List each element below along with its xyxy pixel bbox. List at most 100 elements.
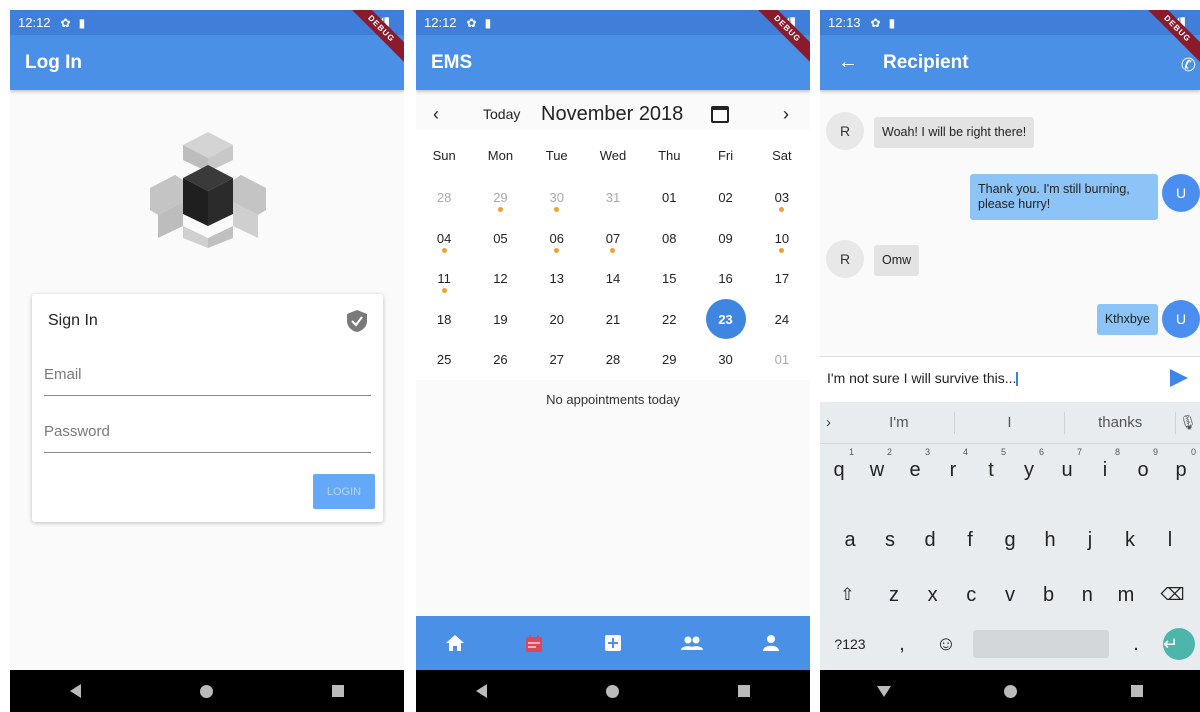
calendar-day[interactable]: 26 (472, 350, 528, 390)
expand-suggestions-icon[interactable]: › (820, 414, 844, 431)
calendar-day[interactable]: 04 (416, 229, 472, 269)
calendar-day[interactable]: 05 (472, 229, 528, 269)
calendar-day[interactable]: 21 (585, 310, 641, 350)
next-month-icon[interactable]: › (783, 104, 789, 125)
key-c[interactable]: c (954, 575, 988, 615)
suggestion-item[interactable]: thanks (1065, 411, 1177, 434)
calendar-day[interactable]: 20 (529, 310, 585, 350)
symbols-key[interactable]: ?123 (825, 624, 875, 664)
home-icon[interactable] (440, 628, 470, 658)
back-icon[interactable] (69, 684, 81, 698)
key-d[interactable]: d (913, 520, 947, 560)
calendar-day[interactable]: 11 (416, 269, 472, 309)
key-s[interactable]: s (873, 520, 907, 560)
today-button[interactable]: Today (483, 106, 520, 122)
calendar-day[interactable]: 30 (529, 188, 585, 228)
key-k[interactable]: k (1113, 520, 1147, 560)
calendar-icon[interactable] (519, 628, 549, 658)
key-b[interactable]: b (1032, 575, 1066, 615)
calendar-day[interactable]: 25 (416, 350, 472, 390)
suggestion-item[interactable]: I'm (844, 411, 955, 434)
calendar-day[interactable]: 06 (529, 229, 585, 269)
period-key[interactable]: . (1119, 624, 1153, 664)
key-u[interactable]: u7 (1050, 447, 1084, 490)
key-v[interactable]: v (993, 575, 1027, 615)
back-icon[interactable] (475, 684, 487, 698)
key-y[interactable]: y6 (1012, 447, 1046, 490)
avatar: R (826, 240, 864, 278)
key-m[interactable]: m (1109, 575, 1143, 615)
suggestion-item[interactable]: I (955, 411, 1066, 434)
key-w[interactable]: w2 (860, 447, 894, 490)
calendar-day[interactable]: 02 (697, 188, 753, 228)
back-arrow-icon[interactable]: ← (838, 51, 858, 74)
calendar-day[interactable]: 01 (754, 350, 810, 390)
key-f[interactable]: f (953, 520, 987, 560)
calendar-day[interactable]: 28 (585, 350, 641, 390)
home-button-icon[interactable] (605, 684, 619, 698)
calendar-day[interactable]: 15 (641, 269, 697, 309)
calendar-picker-icon[interactable] (711, 106, 729, 123)
calendar-day[interactable]: 14 (585, 269, 641, 309)
enter-key-icon[interactable]: ↵ (1163, 628, 1195, 660)
calendar-day[interactable]: 18 (416, 310, 472, 350)
backspace-key-icon[interactable]: ⌫ (1148, 575, 1198, 615)
login-button[interactable]: LOGIN (313, 474, 375, 509)
calendar-day[interactable]: 10 (754, 229, 810, 269)
hide-keyboard-icon[interactable] (876, 685, 891, 697)
calendar-day[interactable]: 19 (472, 310, 528, 350)
phone-call-icon[interactable]: ✆ (1181, 55, 1196, 76)
home-button-icon[interactable] (199, 684, 213, 698)
calendar-day[interactable]: 29 (472, 188, 528, 228)
calendar-day[interactable]: 27 (529, 350, 585, 390)
calendar-day[interactable]: 31 (585, 188, 641, 228)
email-field[interactable]: Email (44, 366, 371, 396)
calendar-day[interactable]: 12 (472, 269, 528, 309)
message-input[interactable]: I'm not sure I will survive this... (820, 356, 1200, 402)
key-p[interactable]: p0 (1164, 447, 1198, 490)
key-a[interactable]: a (833, 520, 867, 560)
recents-icon[interactable] (332, 685, 345, 697)
calendar-day[interactable]: 24 (754, 310, 810, 350)
calendar-day[interactable]: 08 (641, 229, 697, 269)
shift-key-icon[interactable]: ⇧ (822, 575, 872, 615)
key-q[interactable]: q1 (822, 447, 856, 490)
recents-icon[interactable] (738, 685, 751, 697)
recents-icon[interactable] (1131, 685, 1144, 697)
calendar-day[interactable]: 29 (641, 350, 697, 390)
key-z[interactable]: z (877, 575, 911, 615)
calendar-day[interactable]: 09 (697, 229, 753, 269)
home-button-icon[interactable] (1004, 684, 1018, 698)
key-l[interactable]: l (1153, 520, 1187, 560)
calendar-day[interactable]: 07 (585, 229, 641, 269)
previous-month-icon[interactable]: ‹ (433, 104, 439, 125)
add-box-icon[interactable] (598, 628, 628, 658)
calendar-day[interactable]: 03 (754, 188, 810, 228)
key-i[interactable]: i8 (1088, 447, 1122, 490)
calendar-day[interactable]: 13 (529, 269, 585, 309)
message-input-text[interactable]: I'm not sure I will survive this... (827, 370, 1019, 387)
calendar-day[interactable]: 30 (697, 350, 753, 390)
emoji-key-icon[interactable]: ☺ (929, 624, 963, 664)
send-icon[interactable] (1170, 369, 1188, 387)
key-r[interactable]: r4 (936, 447, 970, 490)
key-j[interactable]: j (1073, 520, 1107, 560)
key-g[interactable]: g (993, 520, 1027, 560)
password-field[interactable]: Password (44, 423, 371, 453)
space-key[interactable] (973, 630, 1109, 658)
key-e[interactable]: e3 (898, 447, 932, 490)
calendar-day[interactable]: 22 (641, 310, 697, 350)
people-icon[interactable] (677, 628, 707, 658)
key-o[interactable]: o9 (1126, 447, 1160, 490)
key-n[interactable]: n (1070, 575, 1104, 615)
key-h[interactable]: h (1033, 520, 1067, 560)
key-t[interactable]: t5 (974, 447, 1008, 490)
microphone-icon[interactable]: 🎙 (1176, 414, 1200, 431)
key-x[interactable]: x (916, 575, 950, 615)
calendar-day[interactable]: 17 (754, 269, 810, 309)
calendar-day[interactable]: 01 (641, 188, 697, 228)
calendar-day[interactable]: 28 (416, 188, 472, 228)
calendar-day-selected[interactable]: 23 (697, 298, 753, 350)
comma-key[interactable]: , (885, 624, 919, 664)
person-icon[interactable] (756, 628, 786, 658)
